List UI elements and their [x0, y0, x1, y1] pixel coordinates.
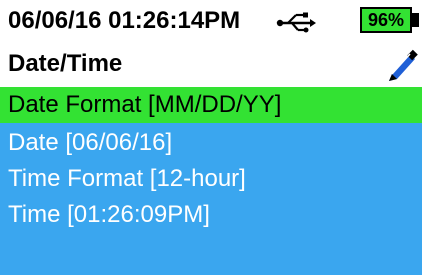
title-bar: Date/Time [0, 43, 422, 87]
pen-icon[interactable] [386, 48, 418, 84]
status-datetime: 06/06/16 01:26:14PM [8, 7, 241, 34]
battery-indicator: 96% [360, 7, 412, 33]
device-screen: 06/06/16 01:26:14PM 96% Date/Time Date F… [0, 0, 422, 275]
menu-item-date[interactable]: Date [06/06/16] [0, 125, 422, 161]
menu-item-time-format[interactable]: Time Format [12-hour] [0, 161, 422, 197]
usb-icon [276, 12, 316, 33]
battery-level: 96% [367, 10, 405, 30]
date-time-menu: Date Format [MM/DD/YY] Date [06/06/16] T… [0, 87, 422, 275]
page-title: Date/Time [8, 50, 123, 77]
battery-terminal [411, 13, 419, 27]
menu-item-time[interactable]: Time [01:26:09PM] [0, 197, 422, 233]
status-bar: 06/06/16 01:26:14PM 96% [0, 0, 422, 43]
menu-item-date-format[interactable]: Date Format [MM/DD/YY] [0, 87, 422, 123]
